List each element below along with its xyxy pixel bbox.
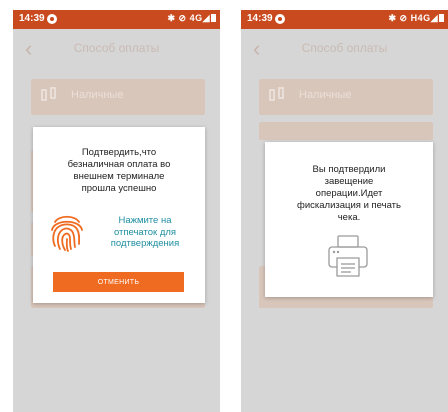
notification-icon	[47, 14, 57, 24]
app-bar: ‹ Способ оплаты	[13, 29, 220, 69]
cancel-button[interactable]: ОТМЕНИТЬ	[53, 272, 184, 292]
payment-method-cash[interactable]: Наличные	[31, 79, 205, 115]
page-title: Способ оплаты	[301, 41, 388, 55]
status-icons: ✱ ⊘ H4G◢	[388, 13, 444, 24]
status-icons-text: ✱ ⊘ 4G◢	[167, 13, 210, 23]
notification-icon	[275, 14, 285, 24]
phone-screen-confirm: 14:39 ✱ ⊘ 4G◢ ‹ Способ оплаты Наличные П…	[13, 10, 220, 412]
status-bar: 14:39 ✱ ⊘ 4G◢	[13, 10, 220, 29]
page-title: Способ оплаты	[73, 41, 160, 55]
payment-method-label: Наличные	[71, 89, 124, 101]
fingerprint-hint[interactable]: Нажмите на отпечаток для подтверждения	[95, 215, 195, 250]
battery-icon	[439, 14, 444, 22]
status-time: 14:39	[19, 13, 45, 24]
payment-method-cash[interactable]: Наличные	[259, 79, 433, 115]
status-icons: ✱ ⊘ 4G◢	[167, 13, 216, 24]
battery-icon	[211, 14, 216, 22]
fingerprint-icon[interactable]	[49, 212, 85, 252]
printer-icon	[328, 235, 368, 277]
status-icons-text: ✱ ⊘ H4G◢	[388, 13, 438, 23]
payment-method-label: Наличные	[299, 89, 352, 101]
fiscalization-dialog: Вы подтвердили завещение операции.Идет ф…	[265, 142, 433, 297]
dialog-message: Вы подтвердили завещение операции.Идет ф…	[297, 164, 401, 223]
app-bar: ‹ Способ оплаты	[241, 29, 448, 69]
dialog-message: Подтвердить,что безналичная оплата во вн…	[67, 147, 171, 194]
confirm-dialog: Подтвердить,что безналичная оплата во вн…	[33, 127, 205, 303]
cash-icon	[41, 87, 59, 103]
status-bar: 14:39 ✱ ⊘ H4G◢	[241, 10, 448, 29]
cash-icon	[269, 87, 287, 103]
payment-method-card-2[interactable]	[259, 122, 433, 140]
phone-screen-fiscal: 14:39 ✱ ⊘ H4G◢ ‹ Способ оплаты Наличные …	[241, 10, 448, 412]
status-time: 14:39	[247, 13, 273, 24]
